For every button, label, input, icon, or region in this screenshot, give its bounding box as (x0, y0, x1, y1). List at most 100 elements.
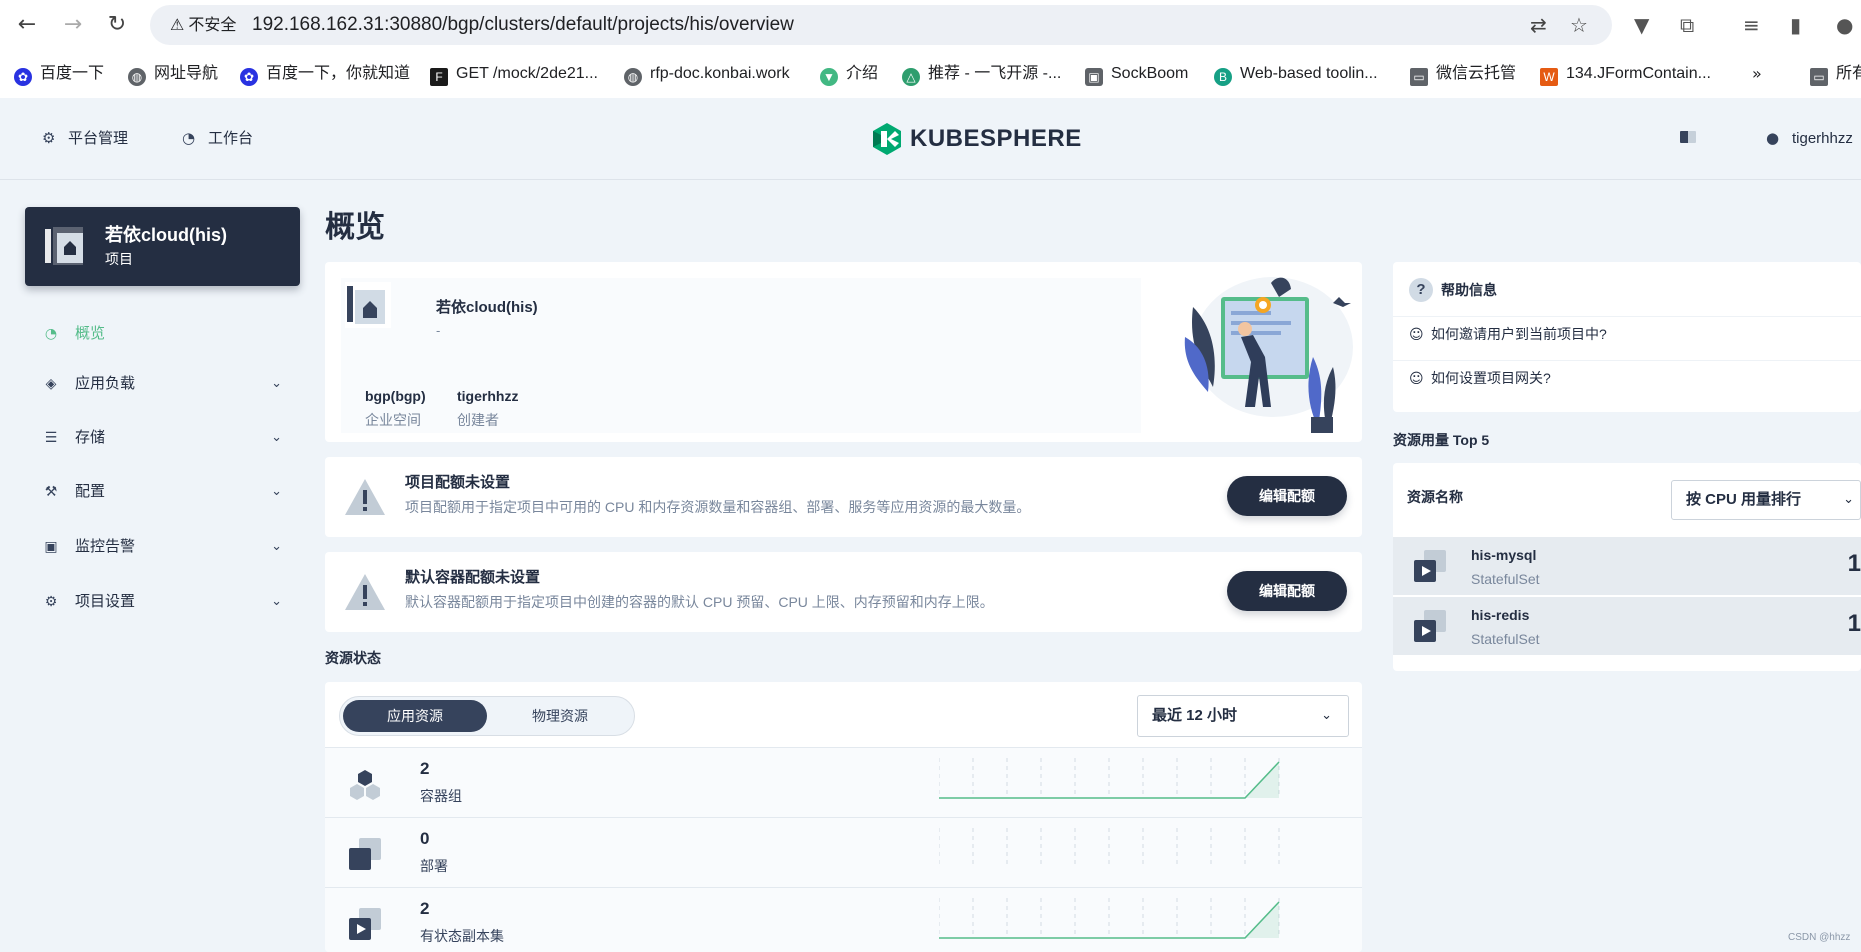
baidu-icon: ✿ (240, 68, 258, 86)
help-card: ? 帮助信息 ☺ 如何邀请用户到当前项目中? ☺ 如何设置项目网关? (1393, 262, 1861, 412)
bookmark-label: 网址导航 (154, 65, 219, 82)
chevron-down-icon: ⌄ (271, 484, 282, 499)
project-description: - (436, 323, 441, 338)
media-icon[interactable]: ≡ (1743, 12, 1760, 38)
sidebar-item-label: 存储 (75, 429, 106, 446)
sidebar-item-label: 应用负载 (75, 375, 136, 392)
triangle-icon: △ (902, 68, 920, 86)
quota-title: 默认容器配额未设置 (405, 569, 541, 586)
workspace-label: 企业空间 (365, 412, 421, 428)
resource-label: 部署 (420, 858, 448, 874)
sidebar-item-storage[interactable]: ☰ 存储 ⌄ (42, 424, 282, 452)
resource-row-deployments[interactable]: 0 部署 (325, 817, 1362, 887)
sidebar-item-workloads[interactable]: ◈ 应用负载 ⌄ (42, 370, 282, 398)
sidebar-item-monitoring[interactable]: ▣ 监控告警 ⌄ (42, 533, 282, 561)
top5-row[interactable]: his-redis StatefulSet 1 (1393, 597, 1861, 655)
time-range-value: 最近 12 小时 (1152, 707, 1238, 724)
top5-name: his-mysql (1471, 547, 1537, 563)
top5-row[interactable]: his-mysql StatefulSet 1 (1393, 537, 1861, 595)
vue-icon: ▼ (820, 68, 838, 86)
folder-icon: ▭ (1810, 68, 1828, 86)
warning-icon: ⚠ (170, 15, 185, 34)
chevron-down-icon: ⌄ (1843, 492, 1854, 507)
divider (1393, 360, 1861, 361)
platform-nav[interactable]: ⚙ 平台管理 (42, 128, 128, 149)
security-indicator[interactable]: ⚠ 不安全 (160, 11, 246, 39)
bookmark-item[interactable]: W 134.JFormContain... (1540, 62, 1711, 86)
help-link-text: 如何邀请用户到当前项目中? (1431, 326, 1607, 342)
warning-icon (345, 479, 385, 515)
security-label: 不安全 (188, 17, 237, 34)
notification-icon[interactable] (1680, 131, 1696, 143)
bookmark-item[interactable]: ▼ 介绍 (820, 62, 878, 86)
kubesphere-logo[interactable]: KUBESPHERE (870, 122, 1082, 156)
page-title: 概览 (325, 211, 385, 244)
edit-quota-button[interactable]: 编辑配额 (1227, 476, 1347, 516)
sidebar-item-overview[interactable]: ◔ 概览 (42, 320, 282, 348)
help-link-invite[interactable]: ☺ 如何邀请用户到当前项目中? (1409, 324, 1607, 345)
bookmark-item[interactable]: ✿ 百度一下，你就知道 (240, 62, 410, 86)
resource-row-statefulsets[interactable]: 2 有状态副本集 (325, 887, 1362, 952)
bookmark-label: 134.JFormContain... (1566, 65, 1711, 82)
sidebar-item-label: 项目设置 (75, 593, 136, 610)
resource-type-switch: 应用资源 物理资源 (339, 696, 635, 736)
pods-icon (350, 770, 380, 800)
sort-select[interactable]: 按 CPU 用量排行 ⌄ (1671, 480, 1861, 520)
platform-label: 平台管理 (68, 130, 129, 147)
side-panel-icon[interactable]: ▮ (1790, 12, 1801, 38)
deployments-sparkline (939, 828, 1280, 868)
project-info-card: 若依cloud(his) - bgp(bgp) 企业空间 tigerhhzz 创… (325, 262, 1362, 442)
chevron-down-icon: ⌄ (271, 376, 282, 391)
help-link-gateway[interactable]: ☺ 如何设置项目网关? (1409, 368, 1551, 389)
tab-physical-resources[interactable]: 物理资源 (490, 700, 630, 732)
statefulset-icon (1414, 550, 1446, 582)
bookmark-item[interactable]: ▣ SockBoom (1085, 62, 1188, 86)
sidebar-item-settings[interactable]: ⚙ 项目设置 ⌄ (42, 588, 282, 616)
tab-app-resources[interactable]: 应用资源 (343, 700, 487, 732)
edit-default-quota-button[interactable]: 编辑配额 (1227, 571, 1347, 611)
forward-icon[interactable]: → (58, 10, 88, 40)
overview-illustration (1184, 277, 1353, 433)
bookmark-item[interactable]: ◍ 网址导航 (128, 62, 218, 86)
project-card[interactable]: 若依cloud(his) 项目 (25, 207, 300, 286)
translate-icon[interactable]: ⇄ (1530, 12, 1547, 38)
database-icon: ☰ (44, 430, 58, 446)
resource-row-pods[interactable]: 2 容器组 (325, 747, 1362, 817)
url-text[interactable]: 192.168.162.31:30880/bgp/clusters/defaul… (252, 12, 794, 38)
quota-title: 项目配额未设置 (405, 474, 511, 491)
extensions-icon[interactable]: ⧉ (1680, 12, 1694, 38)
star-icon[interactable]: ☆ (1570, 12, 1588, 38)
back-icon[interactable]: ← (12, 10, 42, 40)
sidebar-item-config[interactable]: ⚒ 配置 ⌄ (42, 478, 282, 506)
bookmark-item[interactable]: ◍ rfp-doc.konbai.work (624, 62, 790, 86)
bookmark-item[interactable]: ▭ 所有 (1810, 62, 1861, 86)
bookmark-item[interactable]: △ 推荐 - 一飞开源 -... (902, 62, 1061, 86)
reload-icon[interactable]: ↻ (102, 10, 132, 40)
globe-icon: ◍ (624, 68, 642, 86)
top5-title: 资源用量 Top 5 (1393, 432, 1490, 448)
top5-type: StatefulSet (1471, 571, 1540, 587)
user-menu[interactable]: ● tigerhhzz (1766, 128, 1853, 149)
bookmark-label: Web-based toolin... (1240, 65, 1378, 82)
chevron-down-icon: ⌄ (271, 539, 282, 554)
bookmark-item[interactable]: B Web-based toolin... (1214, 62, 1378, 86)
gear-icon: ⚙ (42, 129, 56, 147)
kubesphere-logo-icon (873, 123, 901, 155)
time-range-select[interactable]: 最近 12 小时 ⌄ (1137, 695, 1349, 737)
bookmark-label: SockBoom (1111, 65, 1189, 82)
warning-icon (345, 574, 385, 610)
bookmark-item[interactable]: F GET /mock/2de21... (430, 62, 598, 86)
dashboard-icon: ◔ (182, 129, 196, 147)
b-icon: B (1214, 68, 1232, 86)
bookmark-label: 百度一下 (40, 65, 105, 82)
project-name: 若依cloud(his) (436, 299, 538, 316)
more-bookmarks-icon[interactable]: » (1752, 62, 1762, 86)
profile-icon[interactable]: ● (1836, 12, 1853, 38)
extension-v-icon[interactable]: ▼ (1634, 12, 1649, 38)
bookmark-item[interactable]: ▭ 微信云托管 (1410, 62, 1516, 86)
watermark: CSDN @hhzz (1788, 932, 1851, 943)
project-name: 若依cloud(his) (105, 225, 227, 245)
bookmark-item[interactable]: ✿ 百度一下 (14, 62, 104, 86)
creator-label: 创建者 (457, 412, 499, 428)
workbench-nav[interactable]: ◔ 工作台 (182, 128, 253, 149)
